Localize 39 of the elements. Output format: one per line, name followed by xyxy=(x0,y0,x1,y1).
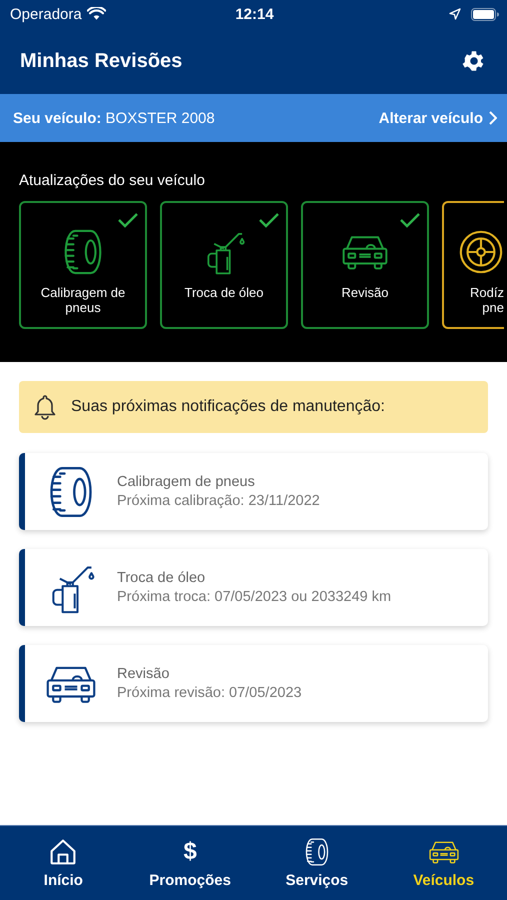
change-vehicle-link[interactable]: Alterar veículo xyxy=(378,110,497,126)
update-card[interactable]: Troca de óleo xyxy=(160,201,288,329)
update-card[interactable]: Calibragem de pneus xyxy=(19,201,147,329)
reminder-title: Calibragem de pneus xyxy=(117,474,256,490)
reminder-card[interactable]: Revisão Próxima revisão: 07/05/2023 xyxy=(19,645,488,722)
tab-item[interactable]: Início xyxy=(0,826,127,900)
chevron-right-icon xyxy=(489,111,497,125)
battery-icon xyxy=(471,8,499,20)
update-label: Revisão xyxy=(340,285,390,300)
status-time: 12:14 xyxy=(235,6,274,22)
update-label: Calibragem de pneus xyxy=(40,285,126,315)
update-label: Rodíz pne xyxy=(469,285,504,315)
location-arrow-icon xyxy=(449,8,461,20)
update-card[interactable]: Revisão xyxy=(301,201,429,329)
bell-icon xyxy=(33,394,57,420)
check-icon xyxy=(118,212,138,228)
update-label: Troca de óleo xyxy=(183,285,264,300)
tab-item[interactable]: Veículos xyxy=(380,826,507,900)
update-card[interactable]: Rodíz pne xyxy=(442,201,504,329)
tab-item[interactable]: Serviços xyxy=(254,826,380,900)
wheel-icon xyxy=(458,229,504,275)
reminder-card[interactable]: Troca de óleo Próxima troca: 07/05/2023 ou 2033249 km xyxy=(19,549,488,626)
screen-title: Minhas Revisões xyxy=(20,50,182,72)
carrier-name: Operadora xyxy=(10,6,82,22)
reminder-detail: Próxima revisão: 07/05/2023 xyxy=(117,685,302,701)
home-icon xyxy=(48,838,78,866)
reminder-card[interactable]: Calibragem de pneus Próxima calibração: 23/11/2022 xyxy=(19,453,488,530)
check-icon xyxy=(259,212,279,228)
wifi-icon xyxy=(86,7,106,21)
reminder-detail: Próxima calibração: 23/11/2022 xyxy=(117,493,320,509)
vehicle-label: Seu veículo: BOXSTER 2008 xyxy=(13,110,215,126)
section-title: Atualizações do seu veículo xyxy=(19,172,206,189)
reminder-title: Troca de óleo xyxy=(117,570,206,586)
notice-text: Suas próximas notificações de manutenção: xyxy=(71,398,385,416)
tab-item[interactable]: $ Promoções xyxy=(126,826,254,900)
dollar-icon: $ xyxy=(175,838,206,866)
reminder-detail: Próxima troca: 07/05/2023 ou 2033249 km xyxy=(117,589,392,605)
check-icon xyxy=(400,212,420,228)
reminder-title: Revisão xyxy=(117,666,170,682)
